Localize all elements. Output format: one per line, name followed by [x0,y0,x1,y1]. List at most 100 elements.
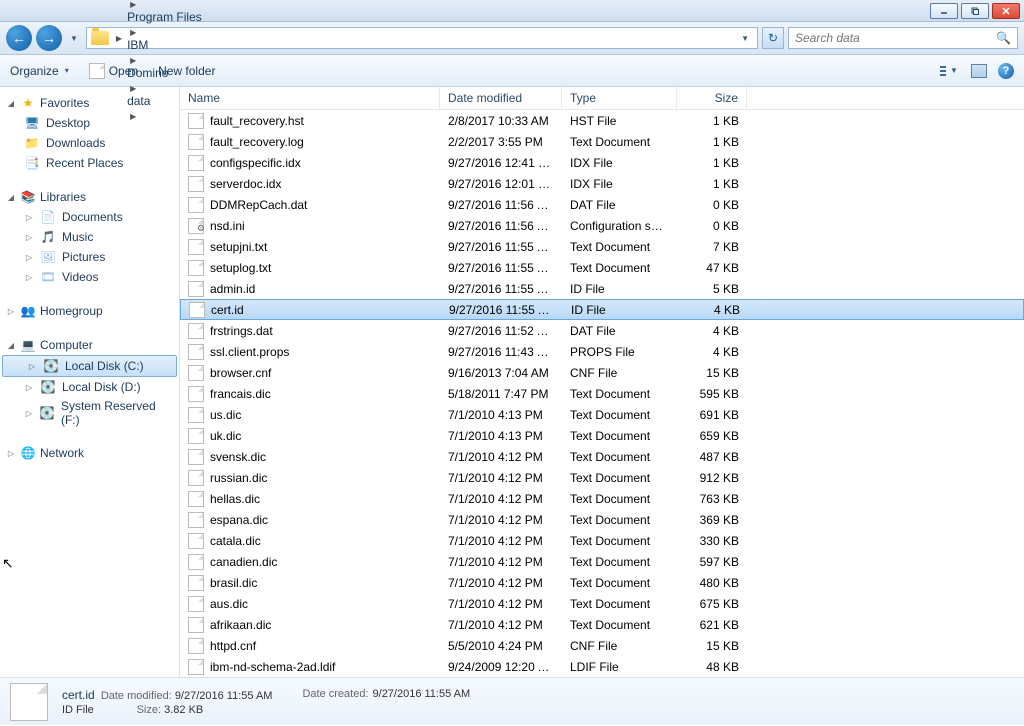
file-name: fault_recovery.hst [210,114,304,128]
open-button[interactable]: Open [89,63,138,79]
search-box[interactable]: 🔍 [788,27,1018,49]
back-button[interactable]: ← [6,25,32,51]
forward-button[interactable]: → [36,25,62,51]
history-dropdown[interactable]: ▼ [66,34,82,43]
view-menu[interactable]: ▼ [942,62,960,80]
file-type: PROPS File [562,345,677,359]
file-date: 9/27/2016 12:41 PM [440,156,562,170]
file-date: 9/27/2016 12:01 PM [440,177,562,191]
file-row[interactable]: brasil.dic7/1/2010 4:12 PMText Document4… [180,572,1024,593]
file-row[interactable]: frstrings.dat9/27/2016 11:52 AMDAT File4… [180,320,1024,341]
favorites-header[interactable]: ◢★Favorites [0,93,179,113]
file-row[interactable]: uk.dic7/1/2010 4:13 PMText Document659 K… [180,425,1024,446]
col-date[interactable]: Date modified [440,87,562,109]
file-row[interactable]: catala.dic7/1/2010 4:12 PMText Document3… [180,530,1024,551]
file-row[interactable]: canadien.dic7/1/2010 4:12 PMText Documen… [180,551,1024,572]
nav-drive-f[interactable]: ▷💽System Reserved (F:) [0,397,179,429]
nav-desktop[interactable]: 🖥Desktop [0,113,179,133]
file-size: 595 KB [677,387,747,401]
file-row[interactable]: browser.cnf9/16/2013 7:04 AMCNF File15 K… [180,362,1024,383]
file-type: Text Document [562,408,677,422]
file-date: 7/1/2010 4:12 PM [440,471,562,485]
pictures-icon: 🖼 [40,249,56,265]
file-row[interactable]: espana.dic7/1/2010 4:12 PMText Document3… [180,509,1024,530]
breadcrumb-2[interactable]: Program Files [127,10,206,24]
file-row[interactable]: us.dic7/1/2010 4:13 PMText Document691 K… [180,404,1024,425]
file-size: 1 KB [677,177,747,191]
drive-icon: 💽 [40,405,55,421]
refresh-button[interactable]: ↻ [762,27,784,49]
maximize-button[interactable] [961,3,989,19]
file-type: DAT File [562,198,677,212]
file-row[interactable]: setupjni.txt9/27/2016 11:55 AMText Docum… [180,236,1024,257]
col-name[interactable]: Name [180,87,440,109]
file-row[interactable]: httpd.cnf5/5/2010 4:24 PMCNF File15 KB [180,635,1024,656]
file-row[interactable]: fault_recovery.log2/2/2017 3:55 PMText D… [180,131,1024,152]
file-name: frstrings.dat [210,324,273,338]
file-date: 7/1/2010 4:12 PM [440,576,562,590]
file-row[interactable]: nsd.ini9/27/2016 11:56 AMConfiguration s… [180,215,1024,236]
file-row[interactable]: russian.dic7/1/2010 4:12 PMText Document… [180,467,1024,488]
homegroup-header[interactable]: ▷👥Homegroup [0,301,179,321]
file-size: 691 KB [677,408,747,422]
file-row[interactable]: ssl.client.props9/27/2016 11:43 AMPROPS … [180,341,1024,362]
navigation-pane[interactable]: ◢★Favorites 🖥Desktop 📁Downloads 📑Recent … [0,87,180,677]
file-name: espana.dic [210,513,268,527]
file-size: 675 KB [677,597,747,611]
address-dropdown[interactable]: ▼ [737,34,753,43]
nav-documents[interactable]: ▷📄Documents [0,207,179,227]
col-size[interactable]: Size [677,87,747,109]
file-size: 912 KB [677,471,747,485]
details-filename: cert.id [62,688,95,702]
file-type: Text Document [562,576,677,590]
file-size: 1 KB [677,135,747,149]
computer-header[interactable]: ◢💻Computer [0,335,179,355]
minimize-button[interactable] [930,3,958,19]
file-row[interactable]: cert.id9/27/2016 11:55 AMID File4 KB [180,299,1024,320]
file-row[interactable]: svensk.dic7/1/2010 4:12 PMText Document4… [180,446,1024,467]
file-row[interactable]: serverdoc.idx9/27/2016 12:01 PMIDX File1… [180,173,1024,194]
file-row[interactable]: francais.dic5/18/2011 7:47 PMText Docume… [180,383,1024,404]
file-type: IDX File [562,177,677,191]
breadcrumb-3[interactable]: IBM [127,38,206,52]
file-date: 5/5/2010 4:24 PM [440,639,562,653]
file-type: Text Document [562,534,677,548]
close-button[interactable] [992,3,1020,19]
file-row[interactable]: configspecific.idx9/27/2016 12:41 PMIDX … [180,152,1024,173]
search-input[interactable] [795,31,996,45]
file-name: ibm-nd-schema-2ad.ldif [210,660,335,674]
help-button[interactable]: ? [998,63,1014,79]
file-row[interactable]: ibm-nd-schema-2ad.ldif9/24/2009 12:20 AM… [180,656,1024,677]
file-row[interactable]: afrikaan.dic7/1/2010 4:12 PMText Documen… [180,614,1024,635]
nav-drive-d[interactable]: ▷💽Local Disk (D:) [0,377,179,397]
nav-drive-c[interactable]: ▷💽Local Disk (C:) [2,355,177,377]
file-row[interactable]: DDMRepCach.dat9/27/2016 11:56 AMDAT File… [180,194,1024,215]
file-row[interactable]: aus.dic7/1/2010 4:12 PMText Document675 … [180,593,1024,614]
preview-pane-toggle[interactable] [970,62,988,80]
nav-pictures[interactable]: ▷🖼Pictures [0,247,179,267]
organize-menu[interactable]: Organize [10,64,69,78]
file-row[interactable]: admin.id9/27/2016 11:55 AMID File5 KB [180,278,1024,299]
main-area: ◢★Favorites 🖥Desktop 📁Downloads 📑Recent … [0,87,1024,677]
col-type[interactable]: Type [562,87,677,109]
nav-recent[interactable]: 📑Recent Places [0,153,179,173]
file-name: brasil.dic [210,576,257,590]
search-icon: 🔍 [996,31,1011,45]
nav-music[interactable]: ▷🎵Music [0,227,179,247]
file-name: russian.dic [210,471,267,485]
file-date: 2/2/2017 3:55 PM [440,135,562,149]
nav-downloads[interactable]: 📁Downloads [0,133,179,153]
nav-videos[interactable]: ▷🎞Videos [0,267,179,287]
file-type: Text Document [562,387,677,401]
file-row[interactable]: setuplog.txt9/27/2016 11:55 AMText Docum… [180,257,1024,278]
file-list[interactable]: Name Date modified Type Size fault_recov… [180,87,1024,677]
file-icon [188,407,204,423]
file-row[interactable]: hellas.dic7/1/2010 4:12 PMText Document7… [180,488,1024,509]
address-bar[interactable]: ▶ Computer▶Local Disk (C:)▶Program Files… [86,27,758,49]
libraries-header[interactable]: ◢📚Libraries [0,187,179,207]
music-icon: 🎵 [40,229,56,245]
file-row[interactable]: fault_recovery.hst2/8/2017 10:33 AMHST F… [180,110,1024,131]
network-header[interactable]: ▷🌐Network [0,443,179,463]
file-type: Text Document [562,513,677,527]
new-folder-button[interactable]: New folder [158,64,215,78]
